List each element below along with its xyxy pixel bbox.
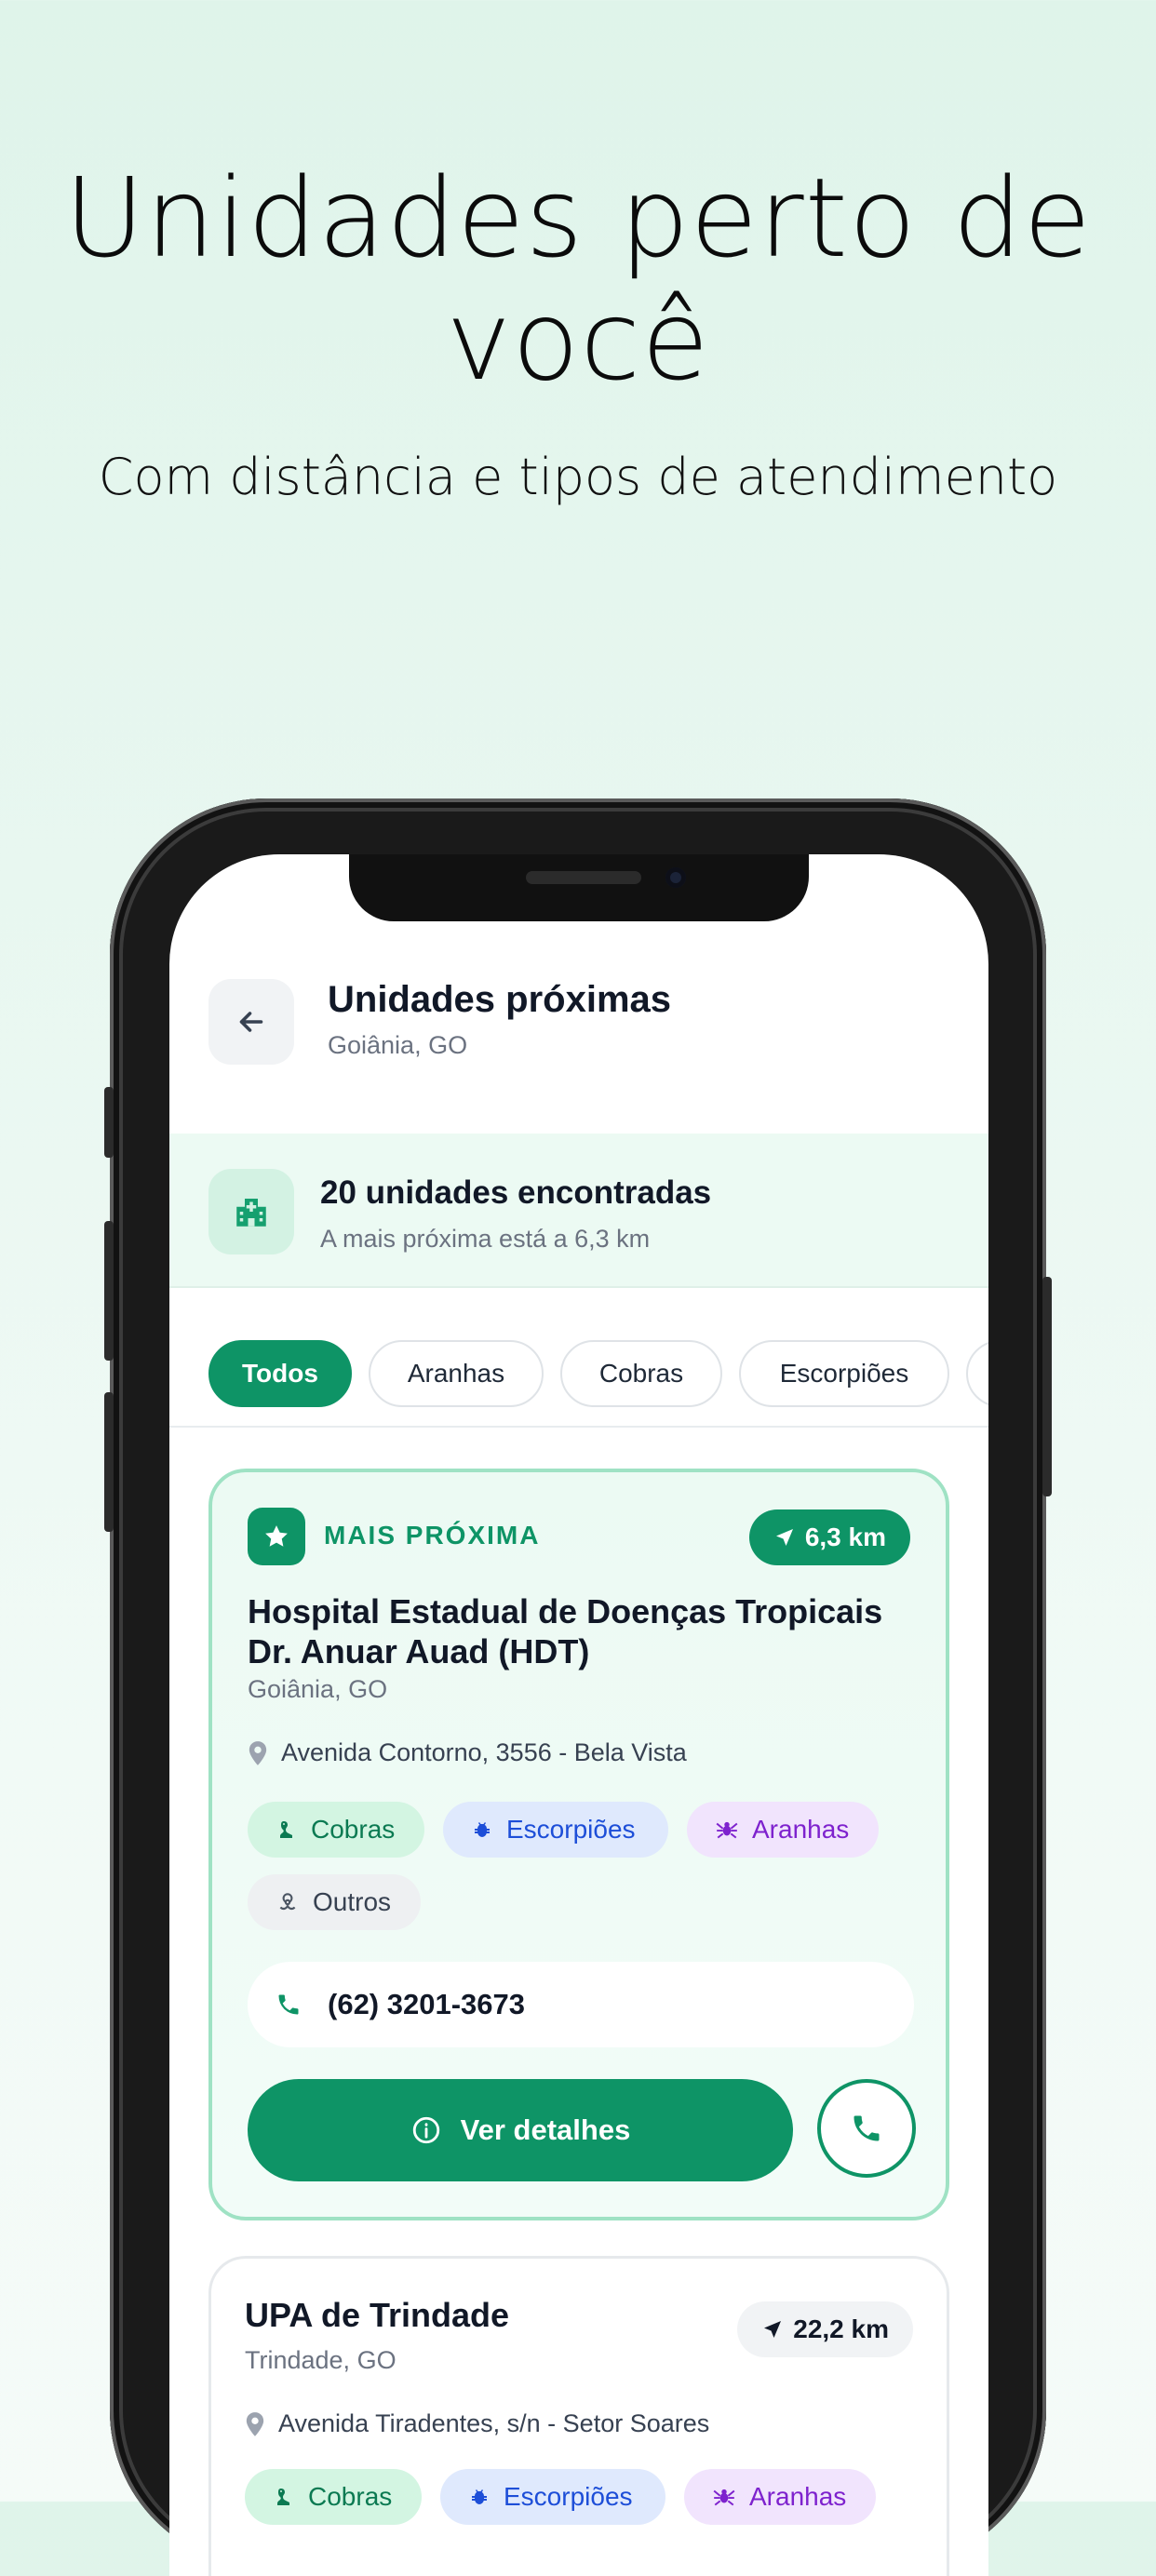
tag-label: Cobras <box>311 1815 396 1844</box>
filter-chip-cobras[interactable]: Cobras <box>560 1340 722 1407</box>
phone-notch <box>349 854 809 921</box>
view-details-label: Ver detalhes <box>460 2113 631 2146</box>
results-summary: 20 unidades encontradas A mais próxima e… <box>169 1134 988 1288</box>
snake-icon <box>277 2489 289 2505</box>
spider-icon <box>713 2489 735 2506</box>
unit-city: Trindade, GO <box>245 2346 397 2374</box>
phone-silent-switch <box>104 1087 114 1158</box>
camera-icon <box>665 867 686 888</box>
star-badge <box>248 1508 305 1565</box>
tag-label: Escorpiões <box>506 1815 636 1844</box>
summary-icon-box <box>208 1169 294 1254</box>
spider-icon <box>716 1821 738 1839</box>
phone-volume-down <box>104 1392 114 1532</box>
star-icon <box>265 1525 288 1547</box>
tag-aranhas: Aranhas <box>687 1802 879 1858</box>
biohazard-icon <box>279 1893 296 1910</box>
navigation-arrow-icon <box>775 1529 793 1546</box>
call-button[interactable] <box>817 2079 916 2178</box>
map-pin-icon <box>246 2411 264 2436</box>
tag-cobras: Cobras <box>248 1802 424 1858</box>
tag-label: Escorpiões <box>504 2482 633 2511</box>
distance-value: 6,3 km <box>804 1523 886 1551</box>
unit-card-nearest[interactable]: MAIS PRÓXIMA 6,3 km Hospital Estadual de… <box>208 1469 949 2220</box>
tag-label: Aranhas <box>752 1815 850 1844</box>
phone-power-button <box>1042 1277 1052 1496</box>
unit-address-text: Avenida Tiradentes, s/n - Setor Soares <box>278 2409 710 2437</box>
unit-phone-number: (62) 3201-3673 <box>328 1988 525 2020</box>
unit-name: Hospital Estadual de Doenças Tropicais D… <box>248 1592 883 1670</box>
phone-volume-up <box>104 1221 114 1361</box>
unit-phone[interactable]: (62) 3201-3673 <box>248 1962 914 2047</box>
distance-pill: 22,2 km <box>737 2301 913 2357</box>
unit-name: UPA de Trindade <box>245 2296 510 2334</box>
view-details-button[interactable]: Ver detalhes <box>248 2079 793 2181</box>
back-button[interactable] <box>208 979 294 1065</box>
bug-icon <box>472 2489 487 2504</box>
page-location: Goiânia, GO <box>328 1031 468 1059</box>
filter-chip-escorpioes[interactable]: Escorpiões <box>739 1340 949 1407</box>
unit-address: Avenida Contorno, 3556 - Bela Vista <box>248 1738 687 1767</box>
phone-icon <box>278 1994 299 2015</box>
tag-label: Cobras <box>308 2482 393 2511</box>
map-pin-icon <box>249 1740 267 1765</box>
tag-outros: Outros <box>248 1874 421 1930</box>
snake-icon <box>280 1821 292 1838</box>
filter-chip-more[interactable] <box>966 1340 988 1407</box>
nearest-badge-label: MAIS PRÓXIMA <box>324 1521 541 1550</box>
hero-title: Unidades perto de você <box>63 154 1093 405</box>
unit-address: Avenida Tiradentes, s/n - Setor Soares <box>245 2409 709 2438</box>
distance-pill: 6,3 km <box>748 1509 910 1565</box>
hospital-icon <box>236 1199 266 1227</box>
phone-icon <box>854 2115 880 2141</box>
tag-label: Aranhas <box>749 2482 847 2511</box>
navigation-arrow-icon <box>764 2321 782 2338</box>
unit-card[interactable]: UPA de Trindade Trindade, GO 22,2 km Ave… <box>208 2256 949 2576</box>
tag-escorpioes: Escorpiões <box>440 2469 665 2525</box>
filter-chips: Todos Aranhas Cobras Escorpiões <box>169 1288 988 1428</box>
distance-value: 22,2 km <box>793 2314 889 2343</box>
nearest-distance-text: A mais próxima está a 6,3 km <box>320 1225 651 1253</box>
arrow-left-icon <box>239 1012 263 1032</box>
info-icon <box>412 2116 439 2144</box>
hero-subtitle: Com distância e tipos de atendimento <box>98 448 1058 506</box>
app-screen: Unidades próximas Goiânia, GO 20 unidade… <box>169 854 988 2576</box>
speaker-grille <box>526 871 641 884</box>
results-count: 20 unidades encontradas <box>320 1174 712 1211</box>
tag-cobras: Cobras <box>245 2469 422 2525</box>
tag-label: Outros <box>313 1887 392 1916</box>
unit-city: Goiânia, GO <box>248 1675 388 1703</box>
tag-aranhas: Aranhas <box>684 2469 876 2525</box>
filter-chip-todos[interactable]: Todos <box>208 1340 352 1407</box>
unit-address-text: Avenida Contorno, 3556 - Bela Vista <box>281 1738 687 1766</box>
page-title: Unidades próximas <box>328 979 672 1020</box>
bug-icon <box>475 1822 490 1837</box>
filter-chip-aranhas[interactable]: Aranhas <box>369 1340 544 1407</box>
tag-escorpioes: Escorpiões <box>443 1802 668 1858</box>
